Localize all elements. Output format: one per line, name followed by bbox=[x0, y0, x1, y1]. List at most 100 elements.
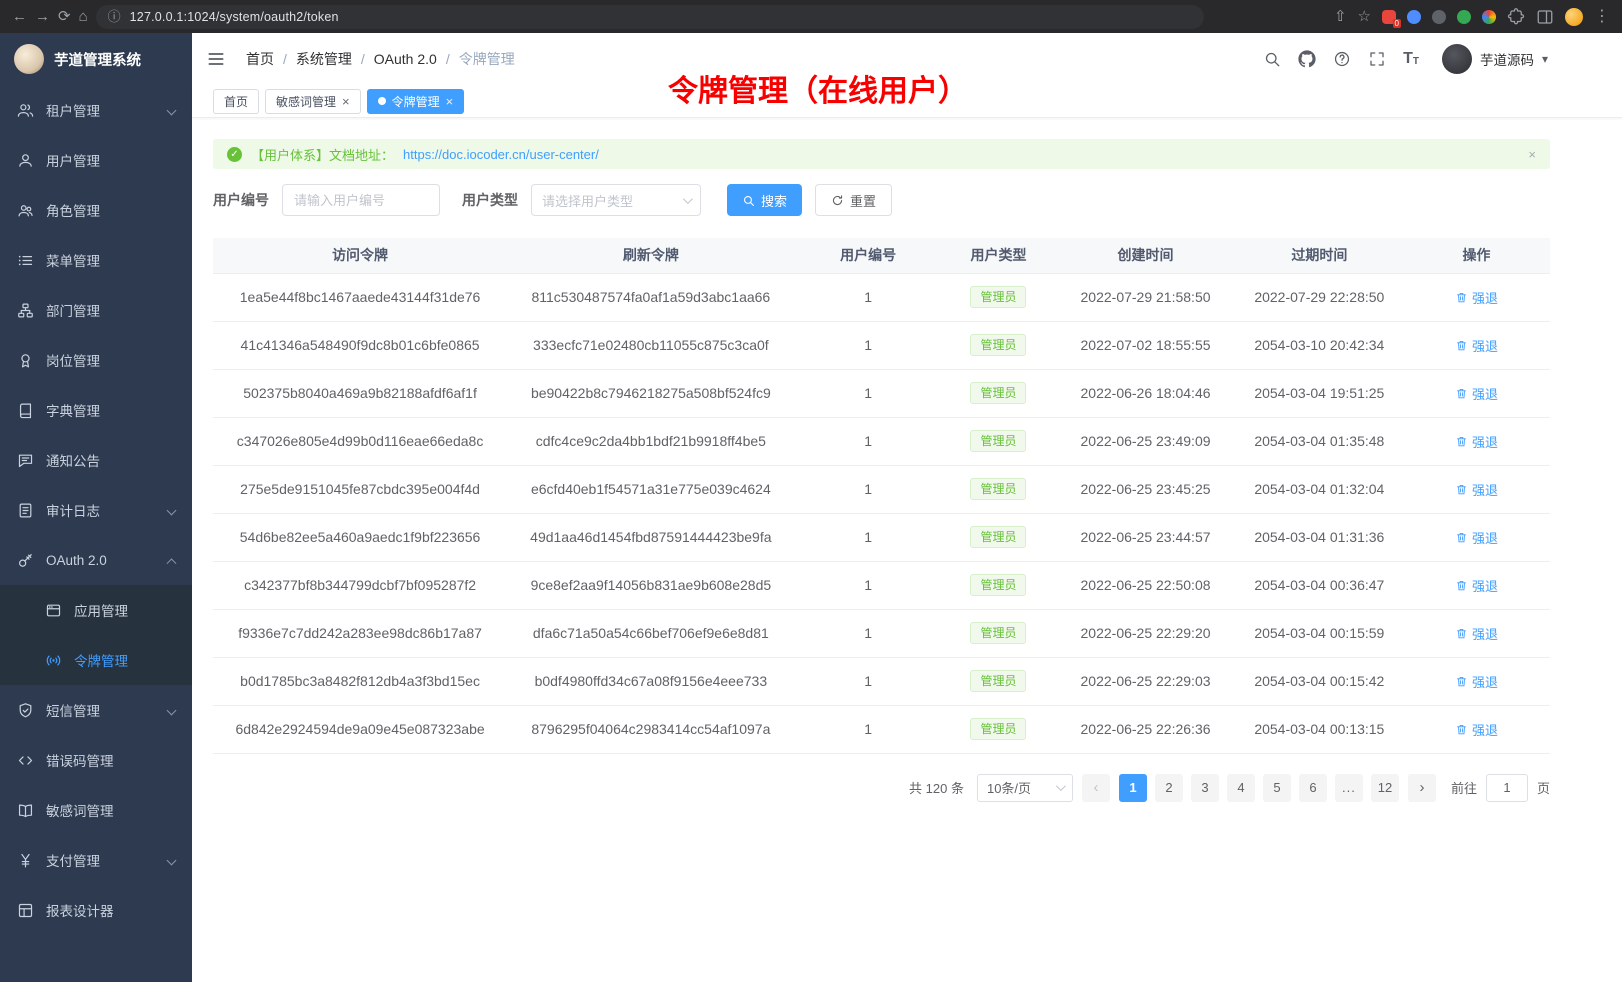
cell-refresh-token: e6cfd40eb1f54571a31e775e039c4624 bbox=[507, 465, 794, 513]
next-page-button[interactable] bbox=[1408, 774, 1436, 802]
page-button-6[interactable]: 6 bbox=[1299, 774, 1327, 802]
chevron-down-icon bbox=[167, 855, 177, 865]
page-button-4[interactable]: 4 bbox=[1227, 774, 1255, 802]
fullscreen-icon[interactable] bbox=[1368, 50, 1386, 68]
tab-home[interactable]: 首页 bbox=[213, 89, 259, 114]
help-icon[interactable] bbox=[1333, 50, 1351, 68]
force-logout-icon bbox=[1455, 435, 1468, 448]
extension-green-icon[interactable] bbox=[1457, 10, 1471, 24]
github-icon[interactable] bbox=[1298, 50, 1316, 68]
close-icon[interactable] bbox=[342, 95, 350, 108]
sidebar-item-pay[interactable]: 支付管理 bbox=[0, 835, 192, 885]
force-logout-button[interactable]: 强退 bbox=[1455, 384, 1498, 403]
reset-button[interactable]: 重置 bbox=[815, 184, 892, 216]
cell-user-id: 1 bbox=[795, 513, 942, 561]
user-menu[interactable]: 芋道源码 bbox=[1442, 44, 1548, 74]
extension-blue-icon[interactable] bbox=[1407, 10, 1421, 24]
sidebar-item-report-designer[interactable]: 报表设计器 bbox=[0, 885, 192, 935]
force-logout-button[interactable]: 强退 bbox=[1455, 720, 1498, 739]
sidebar-item-oauth2[interactable]: OAuth 2.0 bbox=[0, 535, 192, 585]
sidebar-item-oauth2-token[interactable]: 令牌管理 bbox=[0, 635, 192, 685]
page-ellipsis[interactable]: ... bbox=[1335, 774, 1363, 802]
force-logout-label: 强退 bbox=[1472, 624, 1498, 643]
force-logout-button[interactable]: 强退 bbox=[1455, 336, 1498, 355]
sidebar-item-notice[interactable]: 通知公告 bbox=[0, 435, 192, 485]
user-name: 芋道源码 bbox=[1480, 49, 1534, 69]
sidebar-item-dept[interactable]: 部门管理 bbox=[0, 285, 192, 335]
side-panel-icon[interactable] bbox=[1536, 8, 1554, 26]
alert-close-icon[interactable] bbox=[1528, 148, 1536, 161]
tab-sensitive-word[interactable]: 敏感词管理 bbox=[265, 89, 361, 114]
url-bar[interactable]: 127.0.0.1:1024/system/oauth2/token bbox=[96, 5, 1204, 29]
extension-badge-count: 0 bbox=[1393, 19, 1401, 28]
back-icon[interactable] bbox=[12, 9, 27, 24]
cell-expire-time: 2054-03-04 00:15:59 bbox=[1236, 609, 1403, 657]
page-button-2[interactable]: 2 bbox=[1155, 774, 1183, 802]
force-logout-button[interactable]: 强退 bbox=[1455, 432, 1498, 451]
sidebar-item-error-code[interactable]: 错误码管理 bbox=[0, 735, 192, 785]
browser-menu-icon[interactable] bbox=[1594, 9, 1610, 25]
column-header-1: 刷新令牌 bbox=[507, 238, 794, 273]
extensions-puzzle-icon[interactable] bbox=[1507, 8, 1525, 26]
reload-icon[interactable] bbox=[58, 9, 71, 24]
sidebar-item-audit-log[interactable]: 审计日志 bbox=[0, 485, 192, 535]
sidebar-item-tenant[interactable]: 租户管理 bbox=[0, 85, 192, 135]
search-icon[interactable] bbox=[1263, 50, 1281, 68]
app-logo[interactable]: 芋道管理系统 bbox=[0, 33, 192, 85]
role-icon bbox=[17, 202, 34, 219]
bookmark-star-icon[interactable] bbox=[1358, 9, 1371, 24]
prev-page-button[interactable] bbox=[1082, 774, 1110, 802]
sidebar: 芋道管理系统 租户管理用户管理角色管理菜单管理部门管理岗位管理字典管理通知公告审… bbox=[0, 33, 192, 982]
audit-icon bbox=[17, 502, 34, 519]
browser-profile-avatar[interactable] bbox=[1565, 8, 1583, 26]
sidebar-item-role[interactable]: 角色管理 bbox=[0, 185, 192, 235]
forward-icon[interactable] bbox=[35, 9, 50, 24]
notice-icon bbox=[17, 452, 34, 469]
menu-icon bbox=[17, 252, 34, 269]
extension-dark-icon[interactable] bbox=[1432, 10, 1446, 24]
page-button-5[interactable]: 5 bbox=[1263, 774, 1291, 802]
user-type-tag: 管理员 bbox=[970, 622, 1026, 644]
extension-color-icon[interactable] bbox=[1482, 10, 1496, 24]
cell-create-time: 2022-06-25 22:50:08 bbox=[1055, 561, 1235, 609]
close-icon[interactable] bbox=[446, 95, 454, 108]
page-button-12[interactable]: 12 bbox=[1371, 774, 1399, 802]
doc-link[interactable]: https://doc.iocoder.cn/user-center/ bbox=[403, 147, 599, 162]
home-icon[interactable] bbox=[79, 9, 88, 24]
page-button-1[interactable]: 1 bbox=[1119, 774, 1147, 802]
tab-token[interactable]: 令牌管理 bbox=[367, 89, 465, 114]
force-logout-button[interactable]: 强退 bbox=[1455, 576, 1498, 595]
user-id-input[interactable] bbox=[282, 184, 440, 216]
sidebar-item-oauth2-app[interactable]: 应用管理 bbox=[0, 585, 192, 635]
sidebar-item-sensitive-word[interactable]: 敏感词管理 bbox=[0, 785, 192, 835]
goto-page-input[interactable] bbox=[1486, 774, 1528, 802]
sidebar-item-menu[interactable]: 菜单管理 bbox=[0, 235, 192, 285]
user-type-select[interactable]: 请选择用户类型 bbox=[531, 184, 701, 216]
breadcrumb-item[interactable]: OAuth 2.0 bbox=[374, 51, 437, 67]
sidebar-item-dict[interactable]: 字典管理 bbox=[0, 385, 192, 435]
browser-chrome: 127.0.0.1:1024/system/oauth2/token 0 bbox=[0, 0, 1622, 33]
force-logout-button[interactable]: 强退 bbox=[1455, 288, 1498, 307]
table-row: 1ea5e44f8bc1467aaede43144f31de76811c5304… bbox=[213, 273, 1550, 321]
site-info-icon[interactable] bbox=[108, 10, 121, 23]
force-logout-button[interactable]: 强退 bbox=[1455, 672, 1498, 691]
sidebar-collapse-icon[interactable] bbox=[206, 49, 226, 69]
app-icon bbox=[45, 602, 62, 619]
font-size-icon[interactable] bbox=[1403, 51, 1419, 67]
sidebar-item-sms[interactable]: 短信管理 bbox=[0, 685, 192, 735]
extension-badge-icon[interactable]: 0 bbox=[1382, 10, 1396, 24]
breadcrumb-item[interactable]: 令牌管理 bbox=[459, 49, 515, 69]
breadcrumb-item[interactable]: 系统管理 bbox=[296, 49, 352, 69]
search-button[interactable]: 搜索 bbox=[727, 184, 802, 216]
page-size-select[interactable]: 10条/页 bbox=[977, 774, 1073, 802]
page-button-3[interactable]: 3 bbox=[1191, 774, 1219, 802]
sidebar-item-user[interactable]: 用户管理 bbox=[0, 135, 192, 185]
force-logout-button[interactable]: 强退 bbox=[1455, 624, 1498, 643]
sidebar-item-post[interactable]: 岗位管理 bbox=[0, 335, 192, 385]
force-logout-button[interactable]: 强退 bbox=[1455, 528, 1498, 547]
force-logout-button[interactable]: 强退 bbox=[1455, 480, 1498, 499]
share-icon[interactable] bbox=[1334, 9, 1347, 24]
breadcrumb-item[interactable]: 首页 bbox=[246, 49, 274, 69]
table-row: c342377bf8b344799dcbf7bf095287f29ce8ef2a… bbox=[213, 561, 1550, 609]
cell-user-type: 管理员 bbox=[942, 657, 1056, 705]
